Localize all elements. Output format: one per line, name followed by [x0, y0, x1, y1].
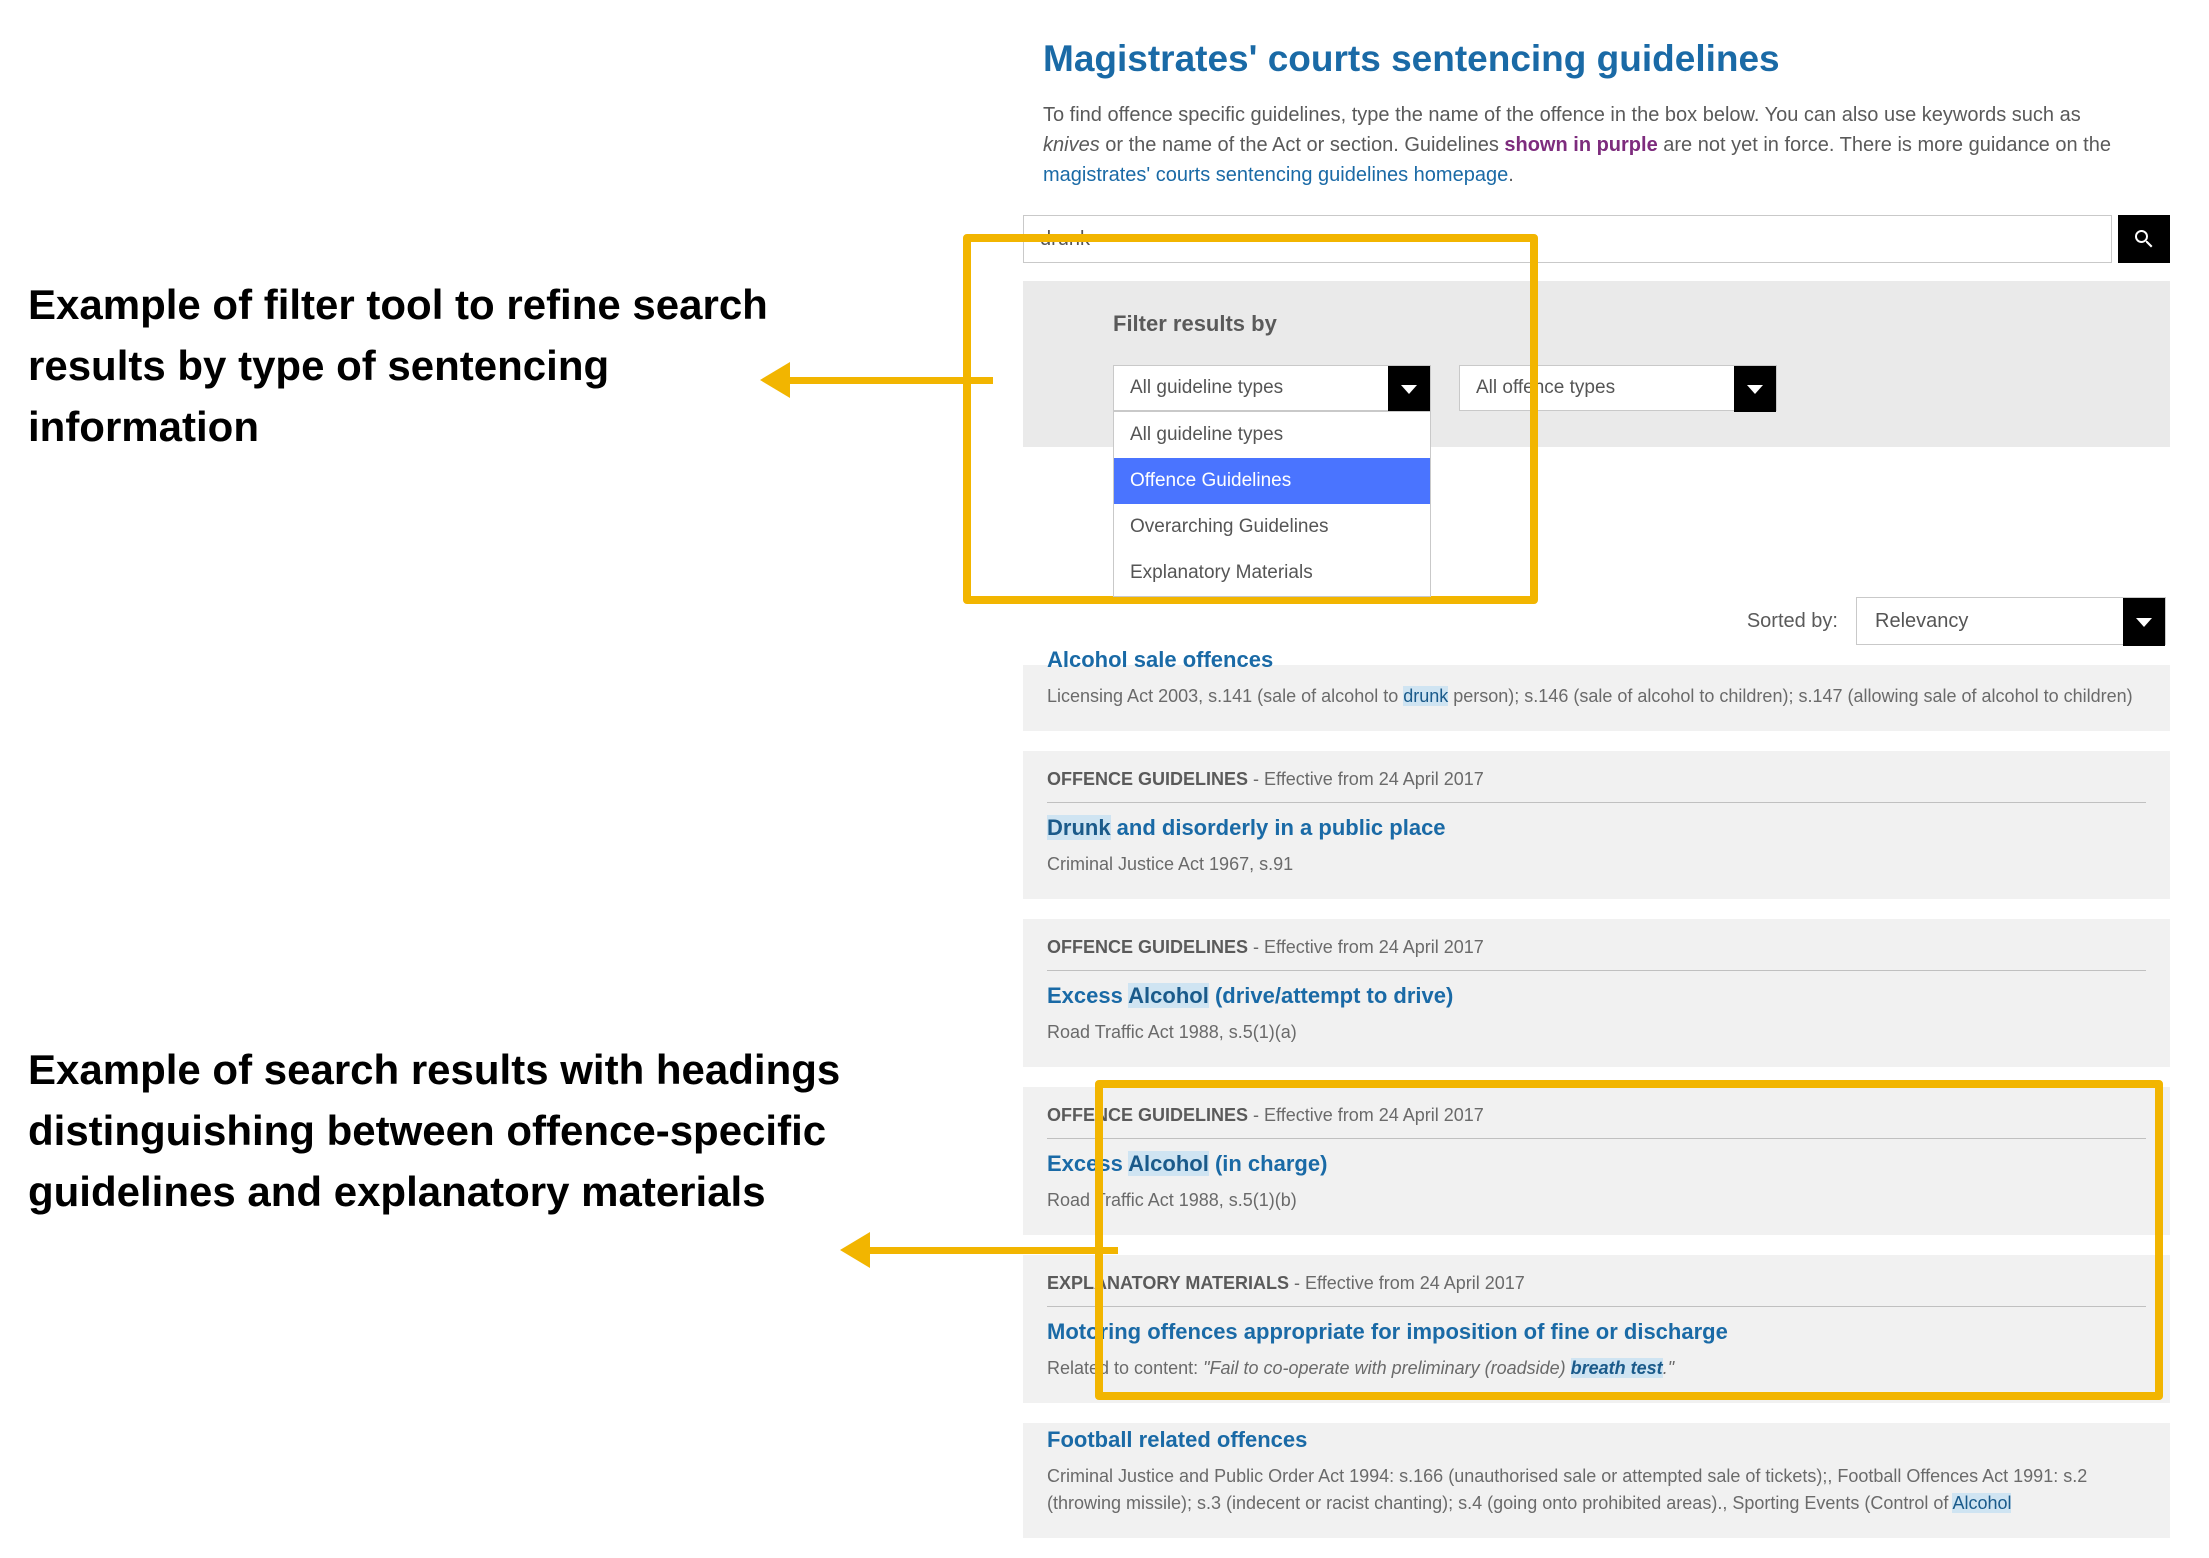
- effective-date: - Effective from 24 April 2017: [1248, 769, 1484, 789]
- search-button[interactable]: [2118, 215, 2170, 263]
- title-text: and disorderly in a public place: [1111, 815, 1446, 840]
- result-meta: OFFENCE GUIDELINES - Effective from 24 A…: [1047, 937, 2146, 971]
- result-card: EXPLANATORY MATERIALS - Effective from 2…: [1023, 1255, 2170, 1403]
- result-description: Criminal Justice Act 1967, s.91: [1047, 851, 2146, 877]
- effective-date: - Effective from 24 April 2017: [1248, 1105, 1484, 1125]
- select-value: Relevancy: [1875, 610, 1968, 633]
- offence-type-select[interactable]: All offence types: [1459, 365, 1777, 411]
- annotation-text-filter: Example of filter tool to refine search …: [28, 275, 848, 458]
- result-description: Licensing Act 2003, s.141 (sale of alcoh…: [1047, 683, 2146, 709]
- category-label: OFFENCE GUIDELINES: [1047, 1105, 1248, 1125]
- sort-select[interactable]: Relevancy: [1856, 597, 2166, 645]
- page-title: Magistrates' courts sentencing guideline…: [1043, 38, 2170, 80]
- title-text: Alcohol sale offences: [1047, 647, 1273, 672]
- title-text: (in charge): [1209, 1151, 1328, 1176]
- result-title-link[interactable]: Excess Alcohol (in charge): [1047, 1151, 2146, 1177]
- result-meta: OFFENCE GUIDELINES - Effective from 24 A…: [1047, 769, 2146, 803]
- desc-seg: "Fail to co-operate with preliminary (ro…: [1203, 1358, 1571, 1378]
- guidelines-page: Magistrates' courts sentencing guideline…: [1015, 38, 2170, 1558]
- search-highlight: Alcohol: [1952, 1493, 2011, 1513]
- guideline-type-select[interactable]: All guideline types All guideline types …: [1113, 365, 1431, 411]
- title-text: Excess: [1047, 983, 1128, 1008]
- guidelines-homepage-link[interactable]: magistrates' courts sentencing guideline…: [1043, 164, 1508, 186]
- results-list: Alcohol sale offences Licensing Act 2003…: [1023, 665, 2170, 1538]
- desc-seg: Criminal Justice and Public Order Act 19…: [1047, 1466, 2087, 1512]
- chevron-down-icon: [1388, 366, 1430, 412]
- result-title-link[interactable]: Alcohol sale offences: [1047, 647, 2146, 673]
- select-value: All guideline types: [1130, 377, 1283, 399]
- intro-knives: knives: [1043, 134, 1100, 156]
- intro-purple: shown in purple: [1504, 134, 1657, 156]
- intro-seg: To find offence specific guidelines, typ…: [1043, 104, 2081, 126]
- result-meta: OFFENCE GUIDELINES - Effective from 24 A…: [1047, 1105, 2146, 1139]
- filter-panel: Filter results by All guideline types Al…: [1023, 281, 2170, 447]
- result-title-link[interactable]: Drunk and disorderly in a public place: [1047, 815, 2146, 841]
- search-input[interactable]: [1023, 215, 2112, 263]
- search-highlight: Drunk: [1047, 815, 1111, 840]
- effective-date: - Effective from 24 April 2017: [1289, 1273, 1525, 1293]
- search-highlight: breath test: [1571, 1358, 1663, 1378]
- title-text: Motoring offences appropriate for imposi…: [1047, 1319, 1728, 1344]
- result-card: OFFENCE GUIDELINES - Effective from 24 A…: [1023, 751, 2170, 899]
- search-highlight: drunk: [1403, 686, 1448, 706]
- search-highlight: Alcohol: [1128, 1151, 1209, 1176]
- search-icon: [2132, 227, 2156, 251]
- desc-seg: Licensing Act 2003, s.141 (sale of alcoh…: [1047, 686, 1403, 706]
- sort-row: Sorted by: Relevancy: [1023, 597, 2170, 645]
- effective-date: - Effective from 24 April 2017: [1248, 937, 1484, 957]
- result-title-link[interactable]: Football related offences: [1047, 1427, 2146, 1453]
- result-description: Criminal Justice and Public Order Act 19…: [1047, 1463, 2146, 1515]
- result-description: Road Traffic Act 1988, s.5(1)(b): [1047, 1187, 2146, 1213]
- select-value: All offence types: [1476, 377, 1615, 399]
- result-meta: EXPLANATORY MATERIALS - Effective from 2…: [1047, 1273, 2146, 1307]
- result-description: Related to content: "Fail to co-operate …: [1047, 1355, 2146, 1381]
- intro-seg: are not yet in force. There is more guid…: [1658, 134, 2111, 156]
- annotation-text-results: Example of search results with headings …: [28, 1040, 848, 1223]
- dropdown-option[interactable]: Overarching Guidelines: [1114, 504, 1430, 550]
- intro-seg: .: [1508, 164, 1514, 186]
- result-title-link[interactable]: Motoring offences appropriate for imposi…: [1047, 1319, 2146, 1345]
- search-highlight: Alcohol: [1128, 983, 1209, 1008]
- title-text: (drive/attempt to drive): [1209, 983, 1453, 1008]
- guideline-type-dropdown: All guideline types Offence Guidelines O…: [1113, 411, 1431, 597]
- title-text: Football related offences: [1047, 1427, 1307, 1452]
- dropdown-option[interactable]: All guideline types: [1114, 412, 1430, 458]
- title-text: Excess: [1047, 1151, 1128, 1176]
- sort-label: Sorted by:: [1747, 610, 1838, 633]
- result-title-link[interactable]: Excess Alcohol (drive/attempt to drive): [1047, 983, 2146, 1009]
- result-description: Road Traffic Act 1988, s.5(1)(a): [1047, 1019, 2146, 1045]
- result-card: OFFENCE GUIDELINES - Effective from 24 A…: [1023, 1087, 2170, 1235]
- category-label: OFFENCE GUIDELINES: [1047, 769, 1248, 789]
- dropdown-option[interactable]: Explanatory Materials: [1114, 550, 1430, 596]
- desc-seg: .": [1663, 1358, 1674, 1378]
- search-row: [1023, 215, 2170, 263]
- chevron-down-icon: [2123, 598, 2165, 646]
- intro-text: To find offence specific guidelines, typ…: [1043, 100, 2130, 190]
- filter-title: Filter results by: [1113, 311, 2080, 337]
- desc-seg: person); s.146 (sale of alcohol to child…: [1448, 686, 2132, 706]
- category-label: OFFENCE GUIDELINES: [1047, 937, 1248, 957]
- intro-seg: or the name of the Act or section. Guide…: [1100, 134, 1505, 156]
- chevron-down-icon: [1734, 366, 1776, 412]
- category-label: EXPLANATORY MATERIALS: [1047, 1273, 1289, 1293]
- dropdown-option[interactable]: Offence Guidelines: [1114, 458, 1430, 504]
- result-card: Alcohol sale offences Licensing Act 2003…: [1023, 665, 2170, 731]
- result-card: Football related offences Criminal Justi…: [1023, 1423, 2170, 1537]
- result-card: OFFENCE GUIDELINES - Effective from 24 A…: [1023, 919, 2170, 1067]
- desc-seg: Related to content:: [1047, 1358, 1203, 1378]
